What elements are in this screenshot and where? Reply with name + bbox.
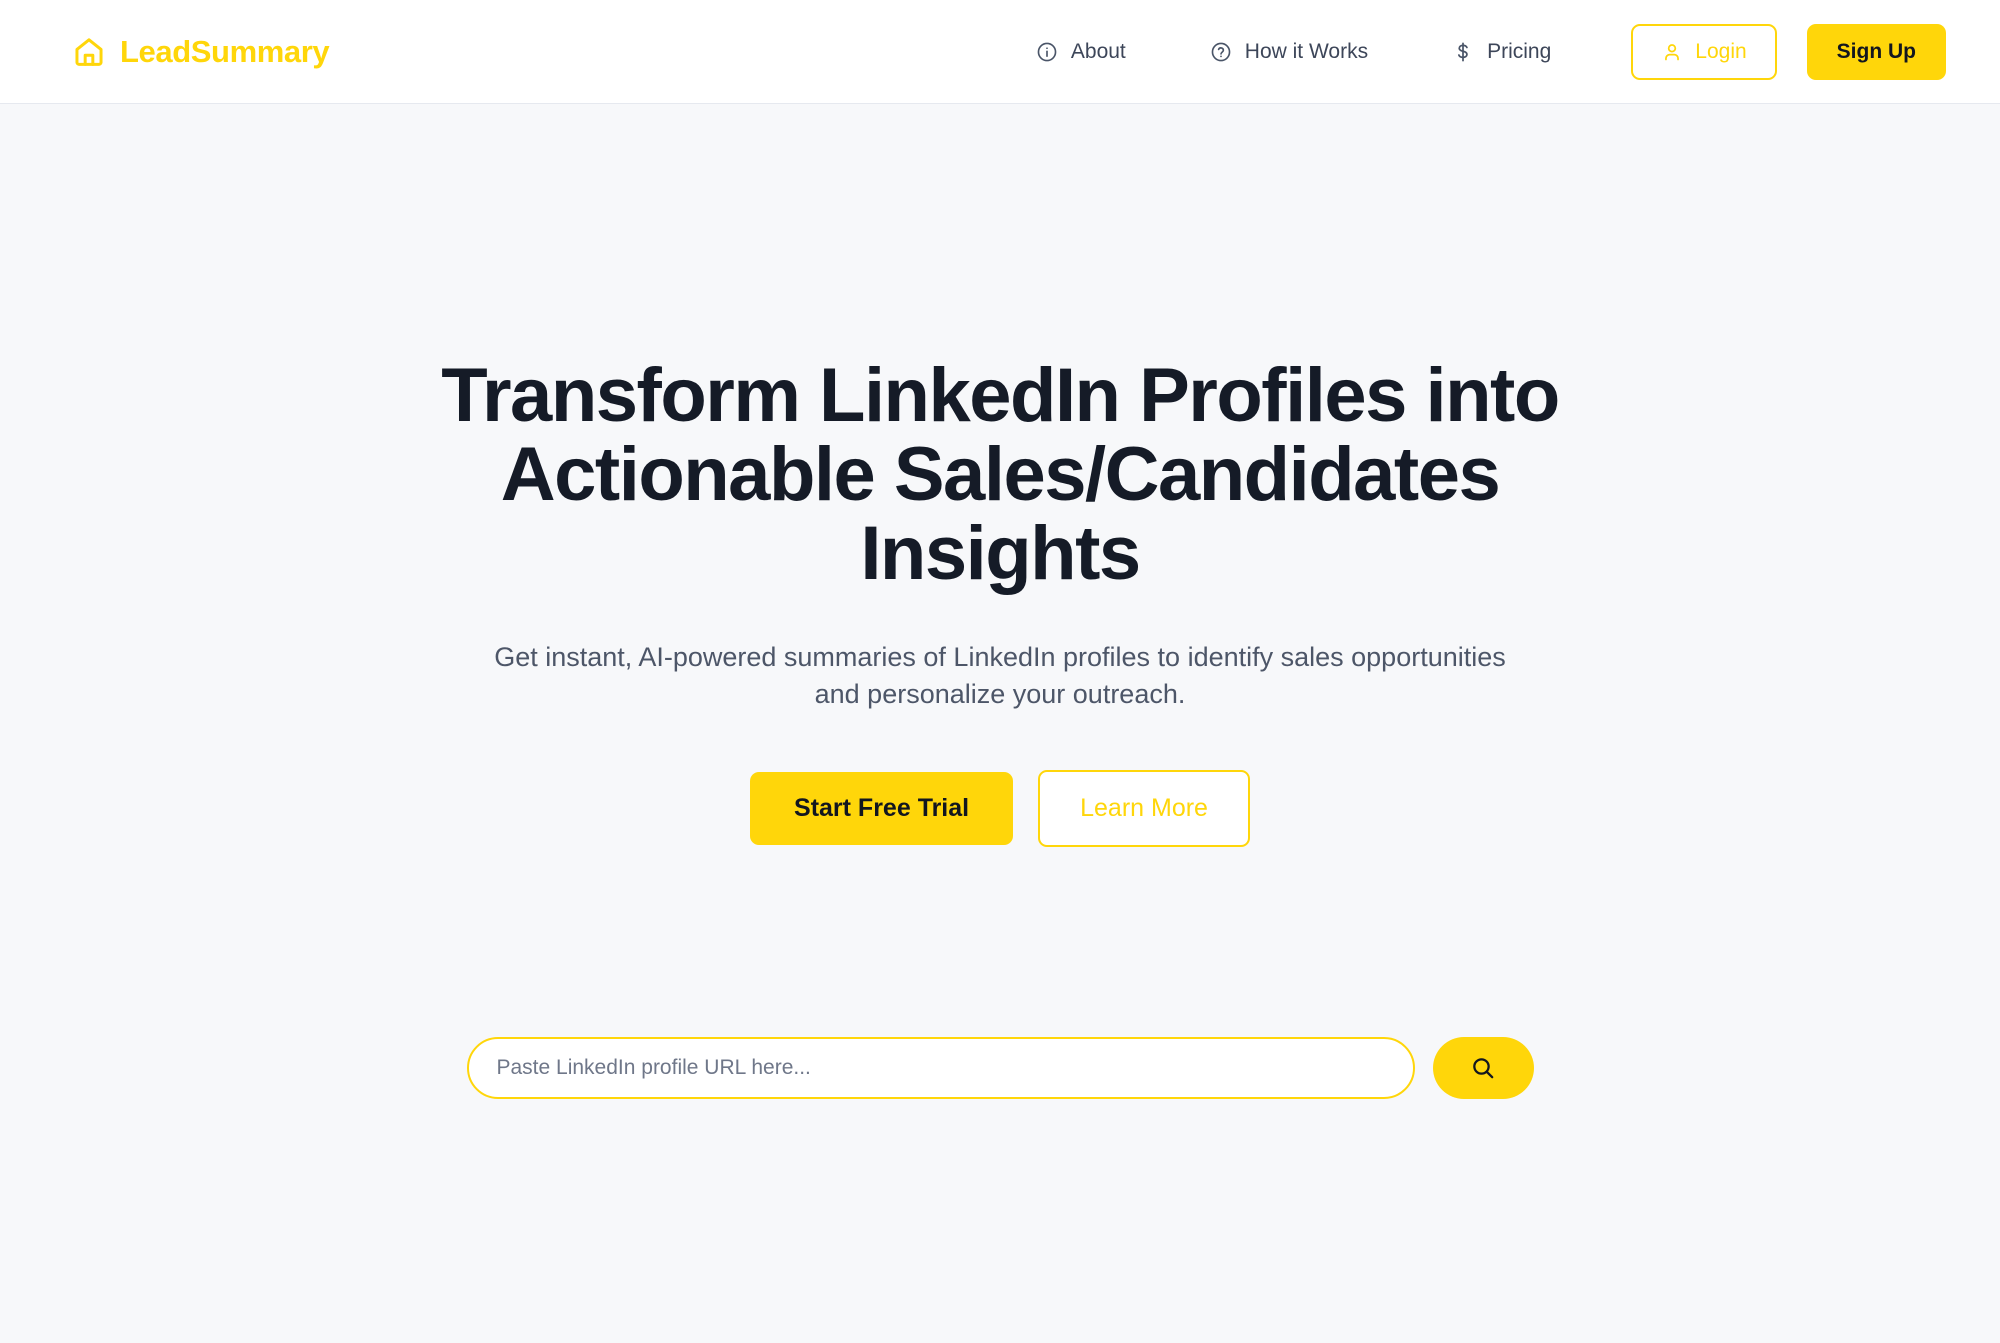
learn-more-button[interactable]: Learn More — [1038, 769, 1250, 847]
nav-item-how-it-works[interactable]: How it Works — [1210, 40, 1368, 64]
hero-subtitle: Get instant, AI-powered summaries of Lin… — [494, 642, 1506, 710]
signup-button[interactable]: Sign Up — [1806, 23, 1946, 80]
cta-button-row: Start Free Trial Learn More — [0, 769, 2000, 847]
dollar-icon — [1458, 42, 1468, 61]
main-navigation: About How it Works Pricing — [1036, 40, 1551, 64]
page-title: Transform LinkedIn Profiles into Actiona… — [441, 353, 1560, 597]
hero-section: Transform LinkedIn Profiles into Actiona… — [0, 104, 2000, 1099]
search-submit-button[interactable] — [1432, 1036, 1534, 1099]
nav-label-pricing: Pricing — [1487, 39, 1552, 63]
login-button[interactable]: Login — [1631, 23, 1777, 80]
auth-actions: Login Sign Up — [1631, 23, 1946, 80]
start-free-trial-button[interactable]: Start Free Trial — [750, 771, 1014, 845]
brand-name: LeadSummary — [120, 33, 330, 69]
profile-url-search-row — [0, 1036, 2000, 1099]
site-header: LeadSummary About How it Works Pricing L… — [0, 0, 2000, 104]
info-circle-icon — [1037, 42, 1057, 61]
home-icon — [75, 37, 103, 66]
nav-label-how-it-works: How it Works — [1244, 39, 1369, 63]
user-icon — [1665, 43, 1680, 60]
login-button-label: Login — [1695, 39, 1747, 63]
nav-item-about[interactable]: About — [1036, 40, 1126, 64]
search-input[interactable] — [466, 1036, 1415, 1099]
nav-item-pricing[interactable]: Pricing — [1452, 40, 1551, 64]
brand-logo[interactable]: LeadSummary — [72, 33, 330, 70]
nav-label-about: About — [1070, 39, 1126, 63]
question-circle-icon — [1211, 42, 1231, 61]
search-icon — [1473, 1057, 1494, 1078]
